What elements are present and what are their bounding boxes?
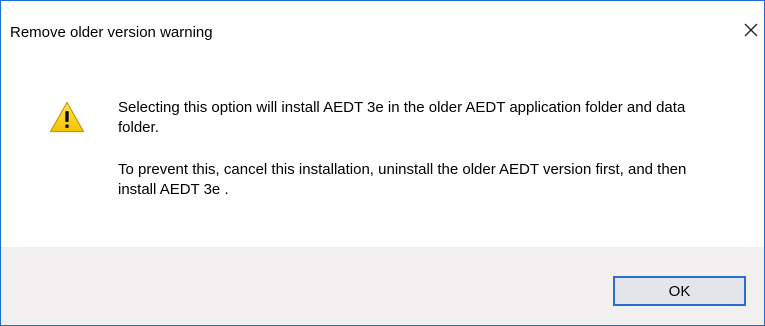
title-bar: Remove older version warning [1, 1, 764, 41]
message-paragraph-1: Selecting this option will install AEDT … [118, 99, 686, 136]
message-text: Selecting this option will install AEDT … [118, 98, 718, 222]
message-paragraph-2: To prevent this, cancel this installatio… [118, 161, 687, 198]
warning-icon [49, 101, 85, 133]
button-bar: OK [1, 247, 764, 325]
warning-dialog: Remove older version warning Selecting t… [0, 0, 765, 326]
ok-button[interactable]: OK [613, 276, 746, 306]
close-icon [743, 22, 759, 43]
dialog-content: Selecting this option will install AEDT … [1, 41, 764, 249]
dialog-title: Remove older version warning [10, 24, 213, 41]
